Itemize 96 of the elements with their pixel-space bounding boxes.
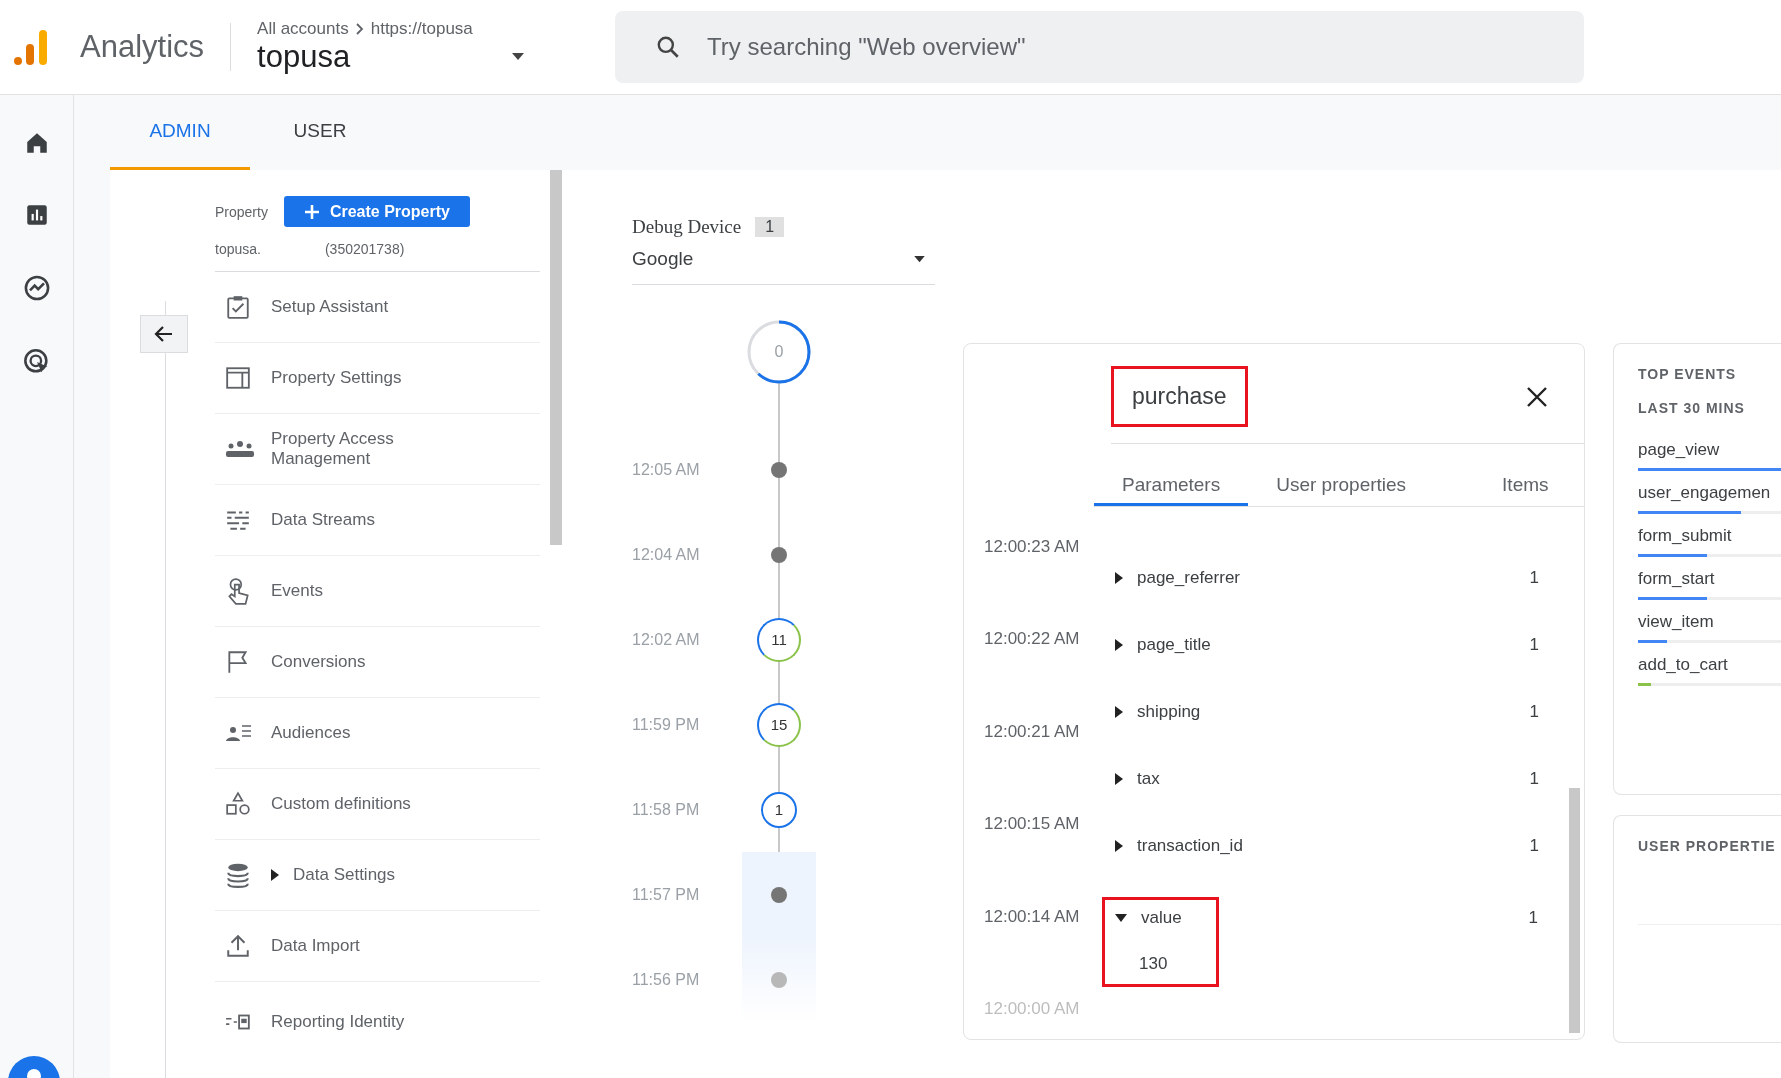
event-link[interactable]: user_engagemen xyxy=(1638,483,1781,503)
parameter-count: 1 xyxy=(1529,835,1539,856)
scrollbar[interactable] xyxy=(550,170,562,545)
nav-item[interactable]: Property Settings xyxy=(215,343,540,414)
event-count-ring[interactable]: 1 xyxy=(761,791,797,828)
event-link[interactable]: form_submit xyxy=(1638,526,1781,546)
parameter-name: transaction_id xyxy=(1137,835,1244,856)
event-link[interactable]: add_to_cart xyxy=(1638,655,1781,675)
card-title: TOP EVENTS xyxy=(1638,366,1738,382)
card-title: USER PROPERTIE xyxy=(1638,838,1777,854)
parameter-count: 1 xyxy=(1529,768,1539,789)
nav-item[interactable]: Data Settings xyxy=(215,840,540,911)
product-name: Analytics xyxy=(80,29,205,65)
parameter-name: value xyxy=(1141,908,1183,928)
plus-icon xyxy=(303,203,320,220)
account-name[interactable]: topusa xyxy=(257,39,351,75)
upload-icon xyxy=(225,933,251,959)
breadcrumb-link[interactable]: All accounts xyxy=(257,19,349,39)
property-name: topusa. xyxy=(215,241,261,257)
people-icon xyxy=(225,438,255,460)
parameter-name: shipping xyxy=(1137,701,1202,722)
expand-triangle-icon[interactable] xyxy=(1115,772,1123,785)
device-dropdown[interactable]: Google xyxy=(632,238,935,285)
event-timestamp[interactable]: 12:00:22 AM xyxy=(984,629,1097,650)
device-count: 1 xyxy=(755,217,785,237)
timeline-time: 11:59 PM xyxy=(632,715,701,734)
nav-item[interactable]: Events xyxy=(215,556,540,627)
timeline-time: 11:58 PM xyxy=(632,800,701,819)
parameter-name: tax xyxy=(1137,768,1161,789)
target-cursor-icon[interactable] xyxy=(22,348,51,376)
admin-tab[interactable]: USER xyxy=(250,95,390,170)
debug-device-label: Debug Device xyxy=(632,216,742,238)
expand-triangle-icon[interactable] xyxy=(1115,638,1123,651)
help-button[interactable] xyxy=(6,1054,62,1078)
event-link[interactable]: form_start xyxy=(1638,569,1781,589)
chevron-right-icon xyxy=(354,23,365,35)
timeline-time: 12:05 AM xyxy=(632,460,701,479)
expand-triangle-icon[interactable] xyxy=(1115,571,1123,584)
nav-item[interactable]: Custom definitions xyxy=(215,769,540,840)
trend-circle-icon[interactable] xyxy=(22,274,51,302)
parameter-count: 1 xyxy=(1529,634,1539,655)
event-count-ring[interactable]: 15 xyxy=(757,702,801,747)
event-name: purchase xyxy=(1111,366,1248,427)
nav-item[interactable]: Reporting Identity xyxy=(215,982,540,1034)
shapes-icon xyxy=(225,791,251,817)
event-dot[interactable] xyxy=(771,971,787,988)
timeline-time: 11:56 PM xyxy=(632,970,701,989)
property-label: Property xyxy=(215,203,268,220)
search-field[interactable]: Try searching "Web overview" xyxy=(615,11,1585,83)
parameter-name: page_title xyxy=(1137,634,1212,655)
nav-item[interactable]: Data Streams xyxy=(215,485,540,556)
card-subtitle: LAST 30 MINS xyxy=(1638,400,1746,416)
nav-item[interactable]: Conversions xyxy=(215,627,540,698)
create-property-button[interactable]: Create Property xyxy=(283,196,470,227)
timeline-time: 12:02 AM xyxy=(632,630,701,649)
expand-triangle-icon[interactable] xyxy=(1115,705,1123,718)
dropdown-caret-icon[interactable] xyxy=(512,53,525,61)
event-link[interactable]: page_view xyxy=(1638,440,1781,460)
event-link[interactable]: view_item xyxy=(1638,612,1781,632)
back-button[interactable] xyxy=(140,315,188,353)
details-tab[interactable]: Items xyxy=(1474,444,1577,506)
clipboard-check-icon xyxy=(225,294,251,320)
event-dot[interactable] xyxy=(771,461,787,478)
property-id: (350201738) xyxy=(324,241,405,257)
nav-item[interactable]: Audiences xyxy=(215,698,540,769)
parameter-name: page_referrer xyxy=(1137,567,1241,588)
event-timestamp[interactable]: 12:00:14 AM xyxy=(984,906,1097,927)
identity-icon xyxy=(225,1012,251,1032)
touch-hand-icon xyxy=(225,577,251,605)
parameter-count: 1 xyxy=(1529,701,1539,722)
event-timestamp[interactable]: 12:00:15 AM xyxy=(984,814,1097,835)
details-tab[interactable]: Parameters xyxy=(1094,444,1249,506)
timeline-time: 11:57 PM xyxy=(632,885,701,904)
expand-triangle-icon xyxy=(271,869,279,881)
database-icon xyxy=(225,862,251,888)
window-icon xyxy=(225,365,251,391)
event-count-ring[interactable]: 11 xyxy=(757,617,801,662)
details-tab[interactable]: User properties xyxy=(1248,444,1435,506)
dropdown-caret-icon xyxy=(914,255,925,263)
event-timestamp[interactable]: 12:00:23 AM xyxy=(984,537,1097,557)
parameter-count: 1 xyxy=(1528,908,1538,928)
close-icon[interactable] xyxy=(1526,385,1548,408)
nav-item[interactable]: Property Access Management xyxy=(215,414,540,485)
breadcrumb-link[interactable]: https://topusa xyxy=(370,19,473,39)
parameter-count: 1 xyxy=(1529,567,1539,588)
countdown-number: 0 xyxy=(774,343,784,361)
event-dot[interactable] xyxy=(771,546,787,563)
nav-item[interactable]: Data Import xyxy=(215,911,540,982)
nav-item[interactable]: Setup Assistant xyxy=(215,272,540,343)
parameter-value: 130 xyxy=(1138,953,1169,975)
scrollbar[interactable] xyxy=(1569,788,1580,1033)
event-timestamp[interactable]: 12:00:21 AM xyxy=(984,721,1097,742)
event-dot[interactable] xyxy=(771,886,787,903)
timeline-time: 12:04 AM xyxy=(632,545,701,564)
collapse-triangle-icon[interactable] xyxy=(1115,914,1127,922)
expand-triangle-icon[interactable] xyxy=(1115,839,1123,852)
